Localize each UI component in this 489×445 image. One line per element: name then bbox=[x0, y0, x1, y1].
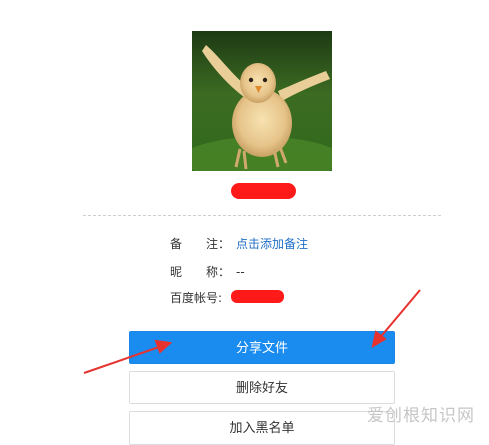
chick-photo-icon bbox=[192, 31, 332, 171]
watermark: 爱创根知识网 bbox=[367, 406, 475, 426]
remark-label: 备 注： bbox=[170, 237, 230, 251]
nickname-label: 昵 称： bbox=[170, 265, 230, 279]
account-redaction bbox=[231, 290, 284, 303]
name-redaction bbox=[231, 183, 296, 199]
avatar[interactable] bbox=[192, 31, 332, 171]
account-label: 百度帐号: bbox=[170, 291, 223, 305]
add-remark-link[interactable]: 点击添加备注 bbox=[236, 236, 308, 252]
add-to-blacklist-button[interactable]: 加入黑名单 bbox=[129, 411, 395, 445]
nickname-value: -- bbox=[236, 265, 245, 279]
share-file-button[interactable]: 分享文件 bbox=[129, 331, 395, 364]
divider bbox=[83, 215, 441, 216]
delete-friend-button[interactable]: 删除好友 bbox=[129, 371, 395, 404]
